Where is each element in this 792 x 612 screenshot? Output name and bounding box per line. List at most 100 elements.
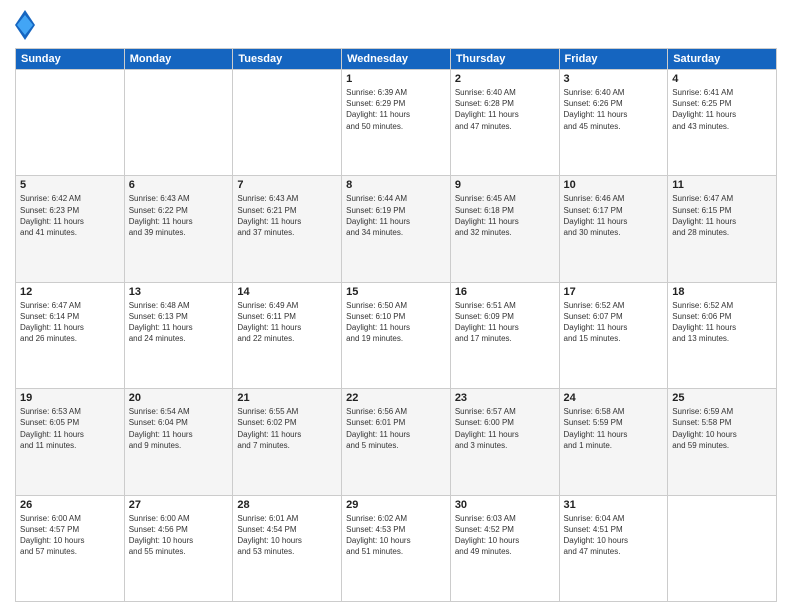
calendar-cell: 1 Sunrise: 6:39 AM Sunset: 6:29 PM Daylig… — [342, 70, 451, 176]
calendar-week-row: 26Sunrise: 6:00 AM Sunset: 4:57 PM Dayli… — [16, 495, 777, 601]
day-number: 19 — [20, 392, 120, 404]
day-number: 26 — [20, 499, 120, 511]
day-info: Sunrise: 6:46 AM Sunset: 6:17 PM Dayligh… — [564, 193, 664, 238]
day-number: 6 — [129, 179, 229, 191]
day-number: 21 — [237, 392, 337, 404]
day-number: 11 — [672, 179, 772, 191]
logo-icon — [15, 10, 35, 40]
weekday-header: Monday — [124, 49, 233, 70]
weekday-header: Sunday — [16, 49, 125, 70]
calendar-cell: 4 Sunrise: 6:41 AM Sunset: 6:25 PM Daylig… — [668, 70, 777, 176]
calendar-cell: 21 Sunrise: 6:55 AM Sunset: 6:02 PM Dayli… — [233, 389, 342, 495]
day-info: Sunrise: 6:01 AM Sunset: 4:54 PM Dayligh… — [237, 513, 337, 558]
day-number: 9 — [455, 179, 555, 191]
day-info: Sunrise: 6:41 AM Sunset: 6:25 PM Dayligh… — [672, 87, 772, 132]
day-info: Sunrise: 6:55 AM Sunset: 6:02 PM Dayligh… — [237, 406, 337, 451]
day-info: Sunrise: 6:40 AM Sunset: 6:28 PM Dayligh… — [455, 87, 555, 132]
page: SundayMondayTuesdayWednesdayThursdayFrid… — [0, 0, 792, 612]
header — [15, 10, 777, 40]
calendar-cell: 3 Sunrise: 6:40 AM Sunset: 6:26 PM Daylig… — [559, 70, 668, 176]
day-info: Sunrise: 6:00 AM Sunset: 4:56 PM Dayligh… — [129, 513, 229, 558]
calendar-cell: 24Sunrise: 6:58 AM Sunset: 5:59 PM Dayli… — [559, 389, 668, 495]
calendar-cell: 20Sunrise: 6:54 AM Sunset: 6:04 PM Dayli… — [124, 389, 233, 495]
day-number: 4 — [672, 73, 772, 85]
day-info: Sunrise: 6:50 AM Sunset: 6:10 PM Dayligh… — [346, 300, 446, 345]
calendar-cell: 13 Sunrise: 6:48 AM Sunset: 6:13 PM Dayli… — [124, 282, 233, 388]
calendar-week-row: 19 Sunrise: 6:53 AM Sunset: 6:05 PM Dayli… — [16, 389, 777, 495]
weekday-header: Friday — [559, 49, 668, 70]
weekday-header: Wednesday — [342, 49, 451, 70]
calendar-cell — [16, 70, 125, 176]
calendar-cell: 17Sunrise: 6:52 AM Sunset: 6:07 PM Dayli… — [559, 282, 668, 388]
calendar-cell: 11 Sunrise: 6:47 AM Sunset: 6:15 PM Dayli… — [668, 176, 777, 282]
day-number: 8 — [346, 179, 446, 191]
calendar-cell: 19 Sunrise: 6:53 AM Sunset: 6:05 PM Dayli… — [16, 389, 125, 495]
weekday-header: Thursday — [450, 49, 559, 70]
calendar-cell — [124, 70, 233, 176]
day-info: Sunrise: 6:47 AM Sunset: 6:14 PM Dayligh… — [20, 300, 120, 345]
day-info: Sunrise: 6:43 AM Sunset: 6:22 PM Dayligh… — [129, 193, 229, 238]
day-info: Sunrise: 6:56 AM Sunset: 6:01 PM Dayligh… — [346, 406, 446, 451]
weekday-header: Saturday — [668, 49, 777, 70]
weekday-row: SundayMondayTuesdayWednesdayThursdayFrid… — [16, 49, 777, 70]
day-number: 13 — [129, 286, 229, 298]
day-info: Sunrise: 6:02 AM Sunset: 4:53 PM Dayligh… — [346, 513, 446, 558]
day-number: 29 — [346, 499, 446, 511]
calendar-cell: 18Sunrise: 6:52 AM Sunset: 6:06 PM Dayli… — [668, 282, 777, 388]
day-info: Sunrise: 6:52 AM Sunset: 6:06 PM Dayligh… — [672, 300, 772, 345]
day-number: 12 — [20, 286, 120, 298]
day-number: 17 — [564, 286, 664, 298]
calendar-table: SundayMondayTuesdayWednesdayThursdayFrid… — [15, 48, 777, 602]
day-number: 10 — [564, 179, 664, 191]
day-info: Sunrise: 6:49 AM Sunset: 6:11 PM Dayligh… — [237, 300, 337, 345]
calendar-cell — [668, 495, 777, 601]
day-info: Sunrise: 6:42 AM Sunset: 6:23 PM Dayligh… — [20, 193, 120, 238]
calendar-cell: 26Sunrise: 6:00 AM Sunset: 4:57 PM Dayli… — [16, 495, 125, 601]
day-info: Sunrise: 6:53 AM Sunset: 6:05 PM Dayligh… — [20, 406, 120, 451]
day-number: 7 — [237, 179, 337, 191]
calendar-week-row: 1 Sunrise: 6:39 AM Sunset: 6:29 PM Daylig… — [16, 70, 777, 176]
calendar-cell: 6 Sunrise: 6:43 AM Sunset: 6:22 PM Daylig… — [124, 176, 233, 282]
day-number: 31 — [564, 499, 664, 511]
day-number: 2 — [455, 73, 555, 85]
calendar-cell: 8 Sunrise: 6:44 AM Sunset: 6:19 PM Daylig… — [342, 176, 451, 282]
day-info: Sunrise: 6:40 AM Sunset: 6:26 PM Dayligh… — [564, 87, 664, 132]
day-info: Sunrise: 6:04 AM Sunset: 4:51 PM Dayligh… — [564, 513, 664, 558]
calendar-week-row: 12 Sunrise: 6:47 AM Sunset: 6:14 PM Dayli… — [16, 282, 777, 388]
calendar-cell: 27 Sunrise: 6:00 AM Sunset: 4:56 PM Dayli… — [124, 495, 233, 601]
calendar-cell: 7Sunrise: 6:43 AM Sunset: 6:21 PM Daylig… — [233, 176, 342, 282]
day-number: 30 — [455, 499, 555, 511]
day-number: 28 — [237, 499, 337, 511]
calendar-cell: 10 Sunrise: 6:46 AM Sunset: 6:17 PM Dayli… — [559, 176, 668, 282]
day-number: 1 — [346, 73, 446, 85]
day-info: Sunrise: 6:44 AM Sunset: 6:19 PM Dayligh… — [346, 193, 446, 238]
day-info: Sunrise: 6:51 AM Sunset: 6:09 PM Dayligh… — [455, 300, 555, 345]
calendar-cell: 29 Sunrise: 6:02 AM Sunset: 4:53 PM Dayli… — [342, 495, 451, 601]
calendar-cell — [233, 70, 342, 176]
day-number: 3 — [564, 73, 664, 85]
weekday-header: Tuesday — [233, 49, 342, 70]
day-info: Sunrise: 6:59 AM Sunset: 5:58 PM Dayligh… — [672, 406, 772, 451]
day-number: 27 — [129, 499, 229, 511]
day-info: Sunrise: 6:47 AM Sunset: 6:15 PM Dayligh… — [672, 193, 772, 238]
day-info: Sunrise: 6:39 AM Sunset: 6:29 PM Dayligh… — [346, 87, 446, 132]
calendar-week-row: 5 Sunrise: 6:42 AM Sunset: 6:23 PM Daylig… — [16, 176, 777, 282]
day-info: Sunrise: 6:48 AM Sunset: 6:13 PM Dayligh… — [129, 300, 229, 345]
calendar-cell: 12 Sunrise: 6:47 AM Sunset: 6:14 PM Dayli… — [16, 282, 125, 388]
day-number: 24 — [564, 392, 664, 404]
calendar-cell: 16 Sunrise: 6:51 AM Sunset: 6:09 PM Dayli… — [450, 282, 559, 388]
day-number: 16 — [455, 286, 555, 298]
calendar-cell: 15Sunrise: 6:50 AM Sunset: 6:10 PM Dayli… — [342, 282, 451, 388]
calendar-cell: 31 Sunrise: 6:04 AM Sunset: 4:51 PM Dayli… — [559, 495, 668, 601]
logo — [15, 10, 39, 40]
day-number: 25 — [672, 392, 772, 404]
day-number: 14 — [237, 286, 337, 298]
calendar-cell: 23Sunrise: 6:57 AM Sunset: 6:00 PM Dayli… — [450, 389, 559, 495]
day-number: 5 — [20, 179, 120, 191]
calendar-cell: 9Sunrise: 6:45 AM Sunset: 6:18 PM Daylig… — [450, 176, 559, 282]
day-number: 22 — [346, 392, 446, 404]
calendar-cell: 28 Sunrise: 6:01 AM Sunset: 4:54 PM Dayli… — [233, 495, 342, 601]
calendar-cell: 5 Sunrise: 6:42 AM Sunset: 6:23 PM Daylig… — [16, 176, 125, 282]
calendar-cell: 14 Sunrise: 6:49 AM Sunset: 6:11 PM Dayli… — [233, 282, 342, 388]
calendar-cell: 30Sunrise: 6:03 AM Sunset: 4:52 PM Dayli… — [450, 495, 559, 601]
